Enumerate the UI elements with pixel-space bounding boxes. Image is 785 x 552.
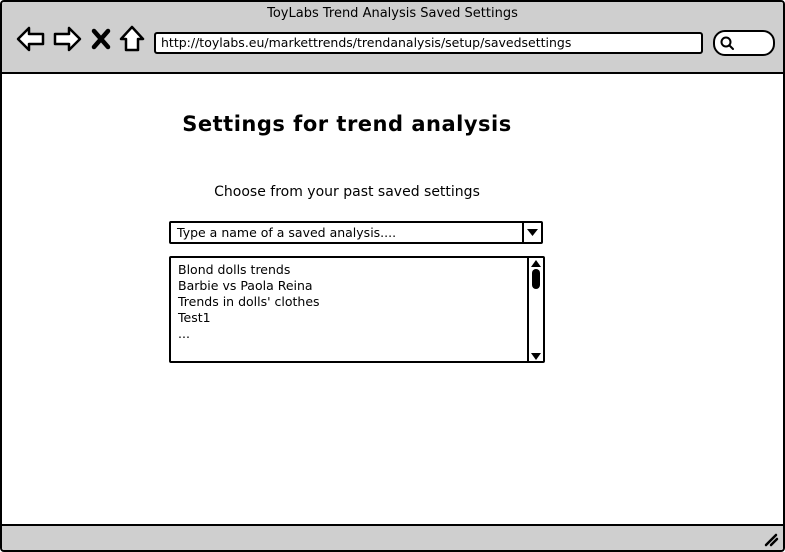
- list-item[interactable]: Trends in dolls' clothes: [178, 294, 320, 310]
- list-item[interactable]: Test1: [178, 310, 320, 326]
- page-subtitle: Choose from your past saved settings: [214, 184, 480, 200]
- saved-analysis-combobox[interactable]: Type a name of a saved analysis....: [169, 221, 543, 244]
- back-arrow-icon[interactable]: [16, 24, 46, 54]
- combobox-dropdown-button[interactable]: [522, 223, 541, 242]
- triangle-up-icon: [531, 260, 541, 267]
- browser-toolbar: ToyLabs Trend Analysis Saved Settings ht…: [2, 2, 783, 74]
- list-item[interactable]: Barbie vs Paola Reina: [178, 278, 320, 294]
- scroll-up-button[interactable]: [529, 258, 543, 268]
- list-scrollbar[interactable]: [527, 258, 543, 361]
- status-bar: [2, 524, 783, 550]
- triangle-down-icon: [531, 353, 541, 360]
- saved-settings-list[interactable]: Blond dolls trends Barbie vs Paola Reina…: [169, 256, 545, 363]
- scroll-down-button[interactable]: [529, 351, 543, 361]
- combobox-input[interactable]: Type a name of a saved analysis....: [177, 225, 396, 241]
- list-item[interactable]: ...: [178, 326, 320, 342]
- scroll-thumb[interactable]: [532, 269, 540, 289]
- browser-window: ToyLabs Trend Analysis Saved Settings ht…: [0, 0, 785, 552]
- forward-arrow-icon[interactable]: [52, 24, 82, 54]
- resize-grip-icon[interactable]: [763, 531, 779, 547]
- home-icon[interactable]: [117, 24, 147, 54]
- close-x-icon[interactable]: [89, 24, 113, 54]
- search-box[interactable]: [713, 30, 775, 56]
- window-title: ToyLabs Trend Analysis Saved Settings: [267, 6, 518, 21]
- chevron-down-icon: [527, 229, 538, 236]
- list-item[interactable]: Blond dolls trends: [178, 262, 320, 278]
- page-title: Settings for trend analysis: [182, 112, 512, 136]
- search-icon: [720, 36, 734, 50]
- list-items-container: Blond dolls trends Barbie vs Paola Reina…: [178, 262, 320, 342]
- url-bar[interactable]: http://toylabs.eu/markettrends/trendanal…: [154, 32, 703, 54]
